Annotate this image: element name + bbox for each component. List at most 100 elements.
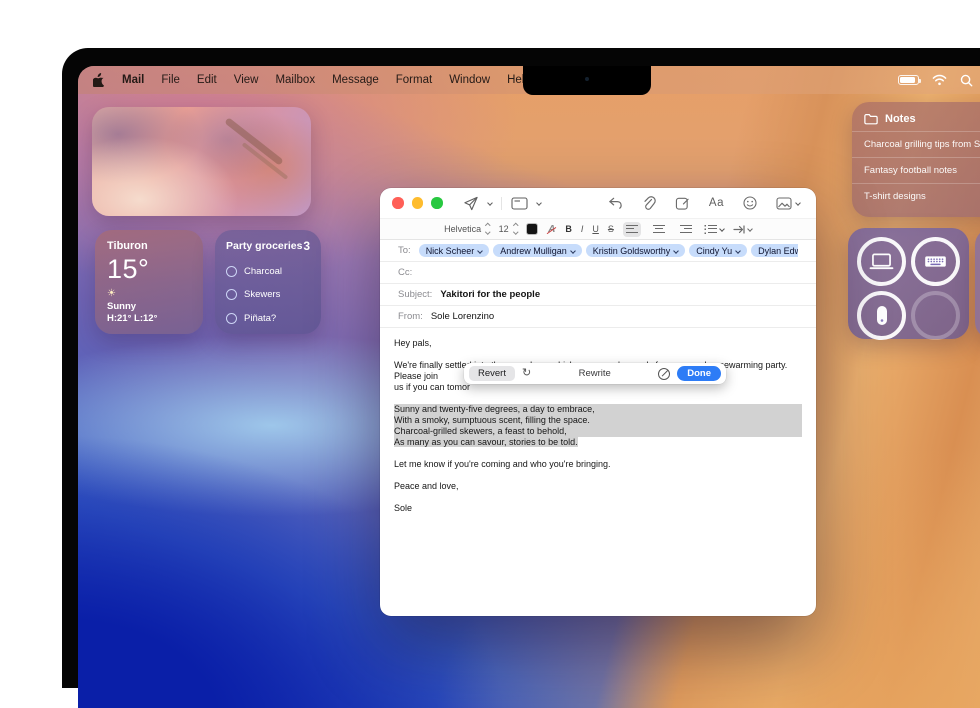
reminder-label: Charcoal — [244, 265, 283, 277]
recipient-pill[interactable]: Dylan Edwards — [751, 244, 798, 257]
macbook-bezel: Mail File Edit View Mailbox Message Form… — [62, 48, 980, 708]
indent-button[interactable] — [733, 224, 753, 234]
photo-browser-icon[interactable] — [776, 196, 792, 210]
reminders-count-badge: 3 — [303, 239, 310, 253]
close-button[interactable] — [392, 197, 404, 209]
notes-widget[interactable]: Notes Charcoal grilling tips from Sh Fan… — [852, 102, 980, 217]
selected-poem-text: Sunny and twenty-five degrees, a day to … — [394, 404, 802, 437]
mouse-icon — [876, 305, 888, 326]
reminder-label: Piñata? — [244, 312, 277, 324]
subject-field-row[interactable]: Subject: Yakitori for the people — [380, 284, 816, 306]
rewrite-title: Rewrite — [578, 368, 611, 379]
checkbox-circle-icon[interactable] — [226, 289, 237, 301]
undo-icon[interactable] — [608, 196, 623, 210]
camera-dot — [585, 77, 589, 81]
note-item[interactable]: Fantasy football notes — [852, 157, 980, 183]
checkbox-circle-icon[interactable] — [226, 312, 237, 324]
reminder-label: Skewers — [244, 289, 281, 301]
revert-button[interactable]: Revert — [469, 366, 515, 381]
list-style-button[interactable] — [703, 224, 725, 234]
menu-item-window[interactable]: Window — [449, 74, 490, 86]
reminders-title: Party groceries — [226, 240, 303, 252]
menu-item-format[interactable]: Format — [396, 74, 432, 86]
weather-condition: Sunny — [107, 301, 137, 312]
reminder-item[interactable]: Skewers — [226, 289, 310, 301]
cc-label: Cc: — [398, 267, 413, 278]
body-greeting: Hey pals, — [394, 338, 432, 348]
menu-item-mailbox[interactable]: Mailbox — [275, 74, 315, 86]
stepper-icon[interactable] — [512, 223, 518, 235]
menu-item-message[interactable]: Message — [332, 74, 379, 86]
reminder-item[interactable]: Piñata? — [226, 312, 310, 324]
photo-abstract-shape — [224, 116, 284, 166]
underline-button[interactable]: U — [592, 224, 599, 234]
reminder-item[interactable]: Charcoal — [226, 265, 310, 277]
keyboard-icon — [924, 254, 947, 269]
minimize-button[interactable] — [411, 197, 423, 209]
chevron-down-icon[interactable] — [673, 247, 680, 254]
photo-browser-chevron-icon[interactable] — [795, 200, 801, 206]
checkbox-circle-icon[interactable] — [226, 265, 237, 277]
recipient-pill[interactable]: Andrew Mulligan — [493, 244, 582, 257]
fonts-icon[interactable]: Aa — [709, 197, 724, 209]
menu-item-file[interactable]: File — [161, 74, 180, 86]
menu-item-edit[interactable]: Edit — [197, 74, 217, 86]
chevron-down-icon[interactable] — [477, 247, 484, 254]
highlight-color-icon[interactable]: A — [547, 224, 556, 235]
header-fields-icon[interactable] — [510, 196, 528, 210]
text-color-swatch[interactable] — [526, 223, 539, 235]
battery-icon[interactable] — [898, 75, 921, 85]
done-button[interactable]: Done — [677, 366, 721, 381]
devices-battery-widget[interactable] — [848, 228, 969, 340]
compose-pen-icon[interactable] — [658, 367, 671, 380]
note-item[interactable]: T-shirt designs — [852, 183, 980, 209]
mail-compose-window: Aa Helvetica 12 A B I U S To: Nick Schee… — [380, 188, 816, 616]
align-right-button[interactable] — [677, 222, 695, 237]
emoji-icon[interactable] — [743, 196, 757, 210]
sun-icon: ☀ — [107, 288, 116, 299]
font-family-select[interactable]: Helvetica — [444, 223, 491, 235]
rewrite-again-icon[interactable]: ↻ — [522, 368, 531, 379]
message-body[interactable]: Hey pals, We're finally settled into the… — [380, 328, 816, 535]
body-closing: Peace and love, — [394, 481, 459, 491]
stepper-icon[interactable] — [485, 223, 491, 235]
header-fields-chevron-icon[interactable] — [535, 200, 542, 206]
mouse-battery-ring[interactable] — [857, 291, 906, 340]
align-center-button[interactable] — [650, 222, 668, 237]
send-icon[interactable] — [463, 196, 479, 211]
window-titlebar[interactable]: Aa — [380, 188, 816, 218]
photos-widget[interactable] — [92, 107, 311, 216]
macbook-desktop: { "menu_bar": { "items": ["Mail", "File"… — [0, 0, 980, 708]
recipient-pill[interactable]: Nick Scheer — [418, 244, 490, 257]
menu-item-view[interactable]: View — [234, 74, 259, 86]
keyboard-battery-ring[interactable] — [911, 237, 960, 286]
search-icon[interactable] — [960, 74, 973, 87]
chevron-down-icon[interactable] — [569, 247, 576, 254]
send-options-chevron-icon[interactable] — [486, 200, 493, 206]
display-notch — [523, 66, 651, 95]
font-size-select[interactable]: 12 — [499, 223, 518, 235]
to-field-row[interactable]: To: Nick Scheer Andrew Mulligan Kristin … — [380, 240, 816, 262]
apple-menu-icon[interactable] — [93, 73, 105, 87]
from-field-row[interactable]: From: Sole Lorenzino — [380, 306, 816, 328]
recipient-pill[interactable]: Cindy Yu — [689, 244, 748, 257]
cc-field-row[interactable]: Cc: — [380, 262, 816, 284]
align-left-button[interactable] — [622, 221, 641, 237]
chevron-down-icon[interactable] — [735, 247, 741, 254]
reminders-widget[interactable]: Party groceries 3 Charcoal Skewers Piñat… — [215, 230, 321, 334]
weather-widget[interactable]: Tiburon 15° ☀ Sunny H:21° L:12° — [95, 230, 203, 334]
strikethrough-button[interactable]: S — [608, 224, 614, 234]
recipient-pill[interactable]: Kristin Goldsworthy — [585, 244, 686, 257]
note-item[interactable]: Charcoal grilling tips from Sh — [852, 131, 980, 157]
bold-button[interactable]: B — [565, 224, 572, 234]
menu-item-mail[interactable]: Mail — [122, 74, 144, 86]
clipped-widget[interactable] — [975, 228, 980, 339]
body-follow-up: Let me know if you're coming and who you… — [394, 459, 611, 469]
zoom-button[interactable] — [431, 197, 443, 209]
menu-status-cluster — [898, 66, 973, 94]
italic-button[interactable]: I — [581, 224, 584, 234]
wifi-icon[interactable] — [932, 74, 947, 86]
laptop-battery-ring[interactable] — [857, 237, 906, 286]
markup-icon[interactable] — [675, 196, 690, 210]
attachment-paperclip-icon[interactable] — [642, 195, 656, 211]
